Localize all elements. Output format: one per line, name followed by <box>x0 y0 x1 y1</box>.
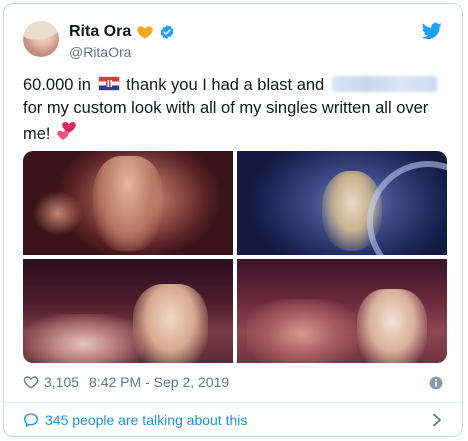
author-name-row[interactable]: Rita Ora <box>69 23 175 41</box>
tweet-text-part1: 60.000 in <box>23 76 91 94</box>
blurred-mention[interactable] <box>331 76 437 92</box>
avatar[interactable] <box>23 21 59 57</box>
verified-badge-icon <box>160 25 174 39</box>
photo-3[interactable] <box>23 259 233 363</box>
talking-about-text[interactable]: 345 people are talking about this <box>45 412 247 428</box>
twitter-bird-icon[interactable] <box>422 22 442 40</box>
divider <box>4 402 462 403</box>
tweet-text: 60.000 in thank you I had a blast and fo… <box>23 74 453 146</box>
photo-2[interactable] <box>237 151 447 255</box>
orange-heart-icon <box>137 26 153 39</box>
info-icon[interactable] <box>429 376 443 390</box>
tweet-meta-row: 3,105 8:42 PM - Sep 2, 2019 <box>23 374 229 390</box>
photo-1[interactable] <box>23 151 233 255</box>
tweet-text-part3: for my custom look with all of my single… <box>23 99 429 143</box>
two-hearts-icon <box>57 122 76 140</box>
media-grid[interactable] <box>23 151 447 363</box>
tweet-card[interactable]: Rita Ora @RitaOra 60.000 in thank you I … <box>3 3 463 437</box>
talking-about-row[interactable]: 345 people are talking about this <box>23 412 247 428</box>
tweet-time[interactable]: 8:42 PM <box>89 374 141 390</box>
author-handle[interactable]: @RitaOra <box>69 44 131 60</box>
tweet-date[interactable]: Sep 2, 2019 <box>154 374 230 390</box>
author-display-name[interactable]: Rita Ora <box>69 23 131 41</box>
comment-bubble-icon <box>23 413 39 428</box>
croatia-flag-icon <box>97 76 120 91</box>
tweet-text-part2: thank you I had a blast and <box>126 76 325 94</box>
like-count[interactable]: 3,105 <box>44 374 79 390</box>
heart-outline-icon[interactable] <box>23 374 39 390</box>
photo-4[interactable] <box>237 259 447 363</box>
chevron-right-icon[interactable] <box>431 413 443 427</box>
